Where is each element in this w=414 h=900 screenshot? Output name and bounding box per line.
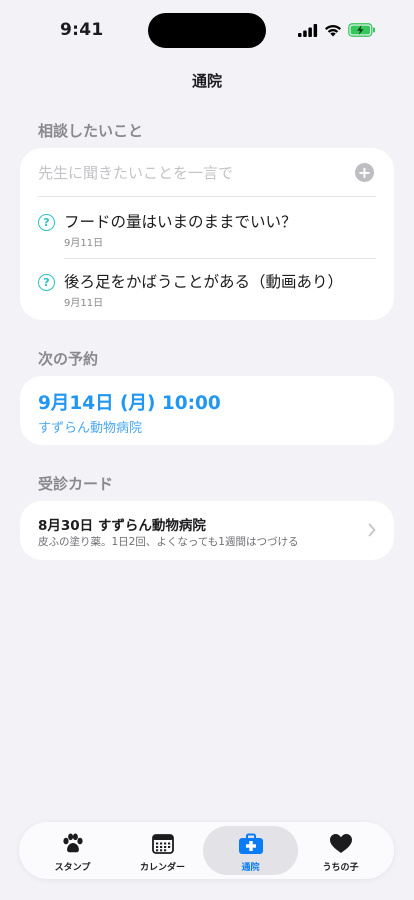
- appointment-datetime: 9月14日 (月) 10:00: [38, 393, 221, 414]
- divider: [64, 258, 376, 259]
- appointment-clinic: すずらん動物病院: [38, 421, 143, 436]
- tab-label: カレンダー: [139, 863, 185, 873]
- wifi-icon: [325, 24, 341, 36]
- calendar-icon: [151, 834, 174, 854]
- paw-icon: [62, 833, 83, 853]
- visit-card-note: 皮ふの塗り薬。1日2回、よくなっても1週間はつづける: [38, 536, 299, 548]
- consult-card: + ? フードの量はいまのままでいい？ 9月11日 ? 後ろ足をかばうことがある…: [20, 148, 394, 320]
- visit-card-title: 8月30日 すずらん動物病院: [38, 518, 206, 534]
- battery-charging-icon: [348, 23, 375, 37]
- appointment-section-title: 次の予約: [38, 350, 99, 368]
- tab-bar: スタンプ カレンダー 通院 うちの子: [19, 822, 394, 879]
- chevron-right-icon: [368, 523, 376, 537]
- appointment-card[interactable]: 9月14日 (月) 10:00 すずらん動物病院: [20, 376, 394, 445]
- status-time: 9:41: [60, 20, 104, 40]
- tab-stamp[interactable]: スタンプ: [25, 826, 120, 875]
- tab-label: うちの子: [322, 863, 359, 873]
- tab-hospital[interactable]: 通院: [203, 826, 298, 875]
- consult-item[interactable]: ? フードの量はいまのままでいい？ 9月11日: [20, 200, 394, 256]
- page-title: 通院: [191, 72, 222, 90]
- visit-card[interactable]: 8月30日 すずらん動物病院 皮ふの塗り薬。1日2回、よくなっても1週間はつづけ…: [20, 501, 394, 560]
- tab-label: スタンプ: [54, 863, 91, 873]
- question-circle-icon: ?: [38, 274, 55, 291]
- consult-input-row: +: [20, 148, 394, 196]
- status-icons: [298, 23, 376, 37]
- consult-section-title: 相談したいこと: [38, 122, 144, 140]
- heart-icon: [329, 834, 352, 853]
- consult-item-date: 9月11日: [64, 298, 104, 309]
- consult-item-date: 9月11日: [64, 238, 104, 249]
- consult-item-text: フードの量はいまのままでいい？: [64, 213, 297, 231]
- cellular-signal-icon: [298, 23, 318, 37]
- tab-label: 通院: [241, 863, 260, 873]
- dynamic-island: [148, 13, 266, 48]
- status-bar: 9:41: [0, 0, 414, 60]
- tab-my-pet[interactable]: うちの子: [293, 826, 388, 875]
- question-circle-icon: ?: [38, 214, 55, 231]
- consult-item-text: 後ろ足をかばうことがある（動画あり）: [64, 273, 344, 291]
- consult-item[interactable]: ? 後ろ足をかばうことがある（動画あり） 9月11日: [20, 260, 394, 316]
- tab-calendar[interactable]: カレンダー: [115, 826, 210, 875]
- consult-input[interactable]: [38, 160, 348, 186]
- plus-circle-icon[interactable]: +: [355, 163, 374, 182]
- divider: [38, 196, 376, 197]
- visit-cards-section-title: 受診カード: [38, 475, 114, 493]
- medical-bag-icon: [238, 833, 263, 854]
